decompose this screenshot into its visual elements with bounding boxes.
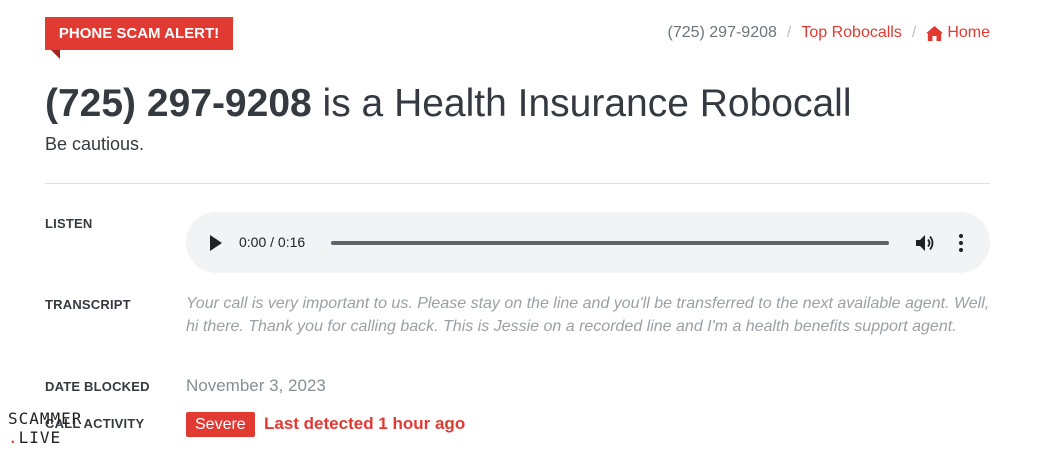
breadcrumb: (725) 297-9208 / Top Robocalls / Home — [667, 23, 990, 43]
watermark-line2: LIVE — [18, 428, 62, 447]
scam-alert-badge: PHONE SCAM ALERT! — [45, 17, 233, 50]
severity-badge: Severe — [186, 412, 255, 437]
breadcrumb-current: (725) 297-9208 — [667, 24, 777, 41]
date-blocked-label: DATE BLOCKED — [45, 379, 150, 394]
transcript-label: TRANSCRIPT — [45, 297, 131, 312]
home-icon — [926, 25, 944, 41]
breadcrumb-separator: / — [786, 24, 792, 41]
transcript-text: Your call is very important to us. Pleas… — [186, 295, 990, 335]
watermark-dot: . — [8, 428, 19, 447]
home-link-label: Home — [947, 24, 990, 41]
breadcrumb-separator: / — [911, 24, 917, 41]
title-phone-number: (725) 297-9208 — [45, 82, 312, 125]
watermark-line1: SCAMMER — [8, 409, 83, 428]
play-icon[interactable] — [209, 235, 223, 251]
audio-seek-bar[interactable] — [331, 241, 889, 245]
breadcrumb-home-link[interactable]: Home — [926, 23, 990, 43]
more-options-icon[interactable] — [958, 233, 964, 253]
page-subtitle: Be cautious. — [45, 134, 145, 154]
site-logo-watermark: SCAMMER — [8, 409, 82, 428]
page-title: (725) 297-9208 is a Health Insurance Rob… — [45, 80, 852, 128]
divider — [45, 183, 990, 184]
audio-time: 0:00 / 0:16 — [239, 234, 306, 250]
alert-badge-tail — [51, 50, 60, 59]
title-description: is a Health Insurance Robocall — [311, 82, 852, 125]
volume-icon[interactable] — [915, 233, 935, 253]
audio-player[interactable]: 0:00 / 0:16 — [186, 212, 990, 273]
site-logo-watermark-line2: .LIVE — [8, 428, 61, 447]
listen-label: LISTEN — [45, 216, 93, 231]
date-blocked-value: November 3, 2023 — [186, 376, 326, 395]
last-detected-text: Last detected 1 hour ago — [264, 414, 466, 433]
breadcrumb-top-robocalls-link[interactable]: Top Robocalls — [801, 23, 902, 43]
